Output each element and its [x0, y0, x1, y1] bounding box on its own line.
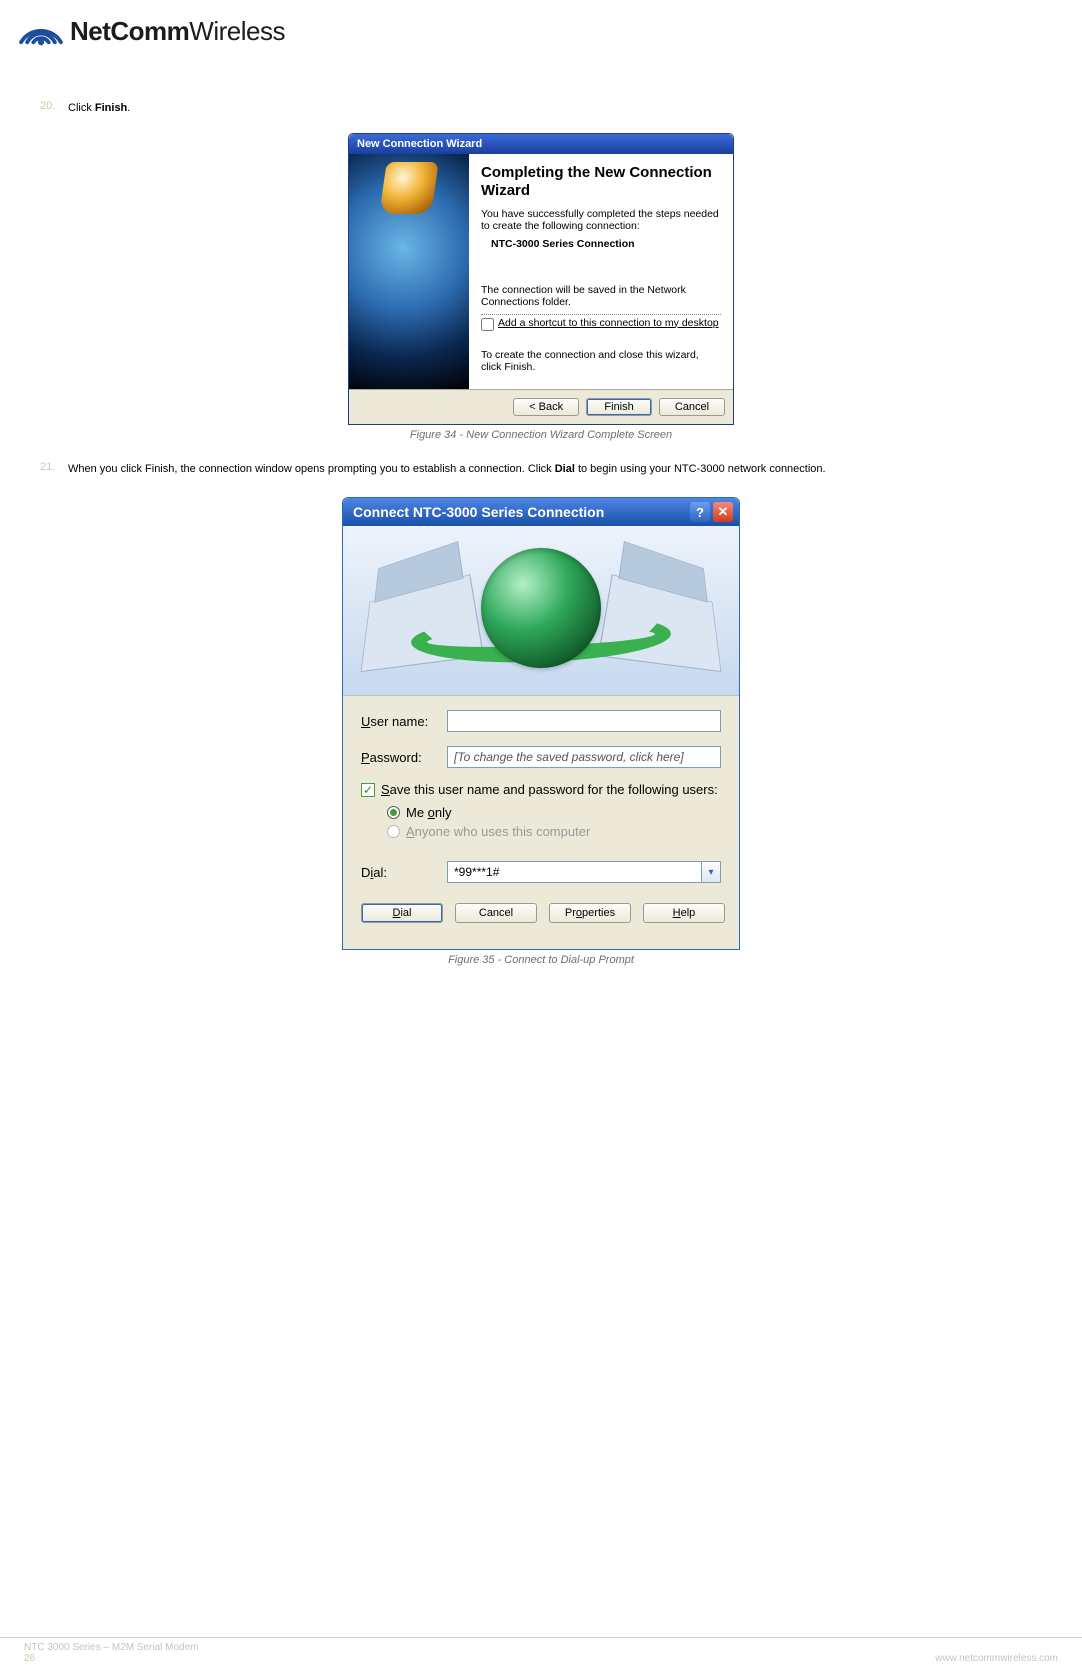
radio-anyone-row: Anyone who uses this computer — [387, 824, 721, 839]
connect-title-text: Connect NTC-3000 Series Connection — [353, 504, 604, 520]
figure-34: New Connection Wizard Completing the New… — [40, 133, 1042, 441]
wizard-shortcut-checkbox-row: Add a shortcut to this connection to my … — [481, 314, 721, 331]
chevron-down-icon[interactable]: ▾ — [701, 861, 721, 883]
connect-hero-image — [343, 526, 739, 696]
wizard-window: New Connection Wizard Completing the New… — [348, 133, 734, 425]
figure-35: Connect NTC-3000 Series Connection ? ✕ U… — [40, 497, 1042, 966]
dial-label: Dial: — [361, 865, 447, 880]
dial-combobox: ▾ — [447, 861, 721, 883]
step-number: 21. — [40, 461, 68, 478]
page-header: NetCommWireless — [0, 0, 1082, 70]
footer-product: NTC 3000 Series – M2M Serial Modem — [24, 1642, 199, 1653]
footer-url: www.netcommwireless.com — [935, 1653, 1058, 1664]
wizard-text-3: To create the connection and close this … — [481, 349, 721, 373]
globe-icon — [481, 548, 601, 668]
wizard-shortcut-checkbox[interactable] — [481, 318, 494, 331]
password-row: Password: — [361, 746, 721, 768]
radio-me-only-row: Me only — [387, 805, 721, 820]
page-footer: NTC 3000 Series – M2M Serial Modem 26 ww… — [0, 1637, 1082, 1664]
wizard-text-2: The connection will be saved in the Netw… — [481, 284, 721, 308]
brand-text: NetCommWireless — [70, 16, 285, 47]
wizard-titlebar: New Connection Wizard — [349, 134, 733, 154]
connect-button-row: Dial Cancel Properties Help — [361, 901, 721, 935]
dial-button[interactable]: Dial — [361, 903, 443, 923]
username-input[interactable] — [447, 710, 721, 732]
page-content: 20. Click Finish. New Connection Wizard … — [0, 70, 1082, 966]
properties-button[interactable]: Properties — [549, 903, 631, 923]
back-button[interactable]: < Back — [513, 398, 579, 416]
radio-me-only-label: Me only — [406, 805, 452, 820]
cancel-button[interactable]: Cancel — [455, 903, 537, 923]
step-text: When you click Finish, the connection wi… — [68, 461, 1042, 478]
step-text: Click Finish. — [68, 100, 1042, 117]
wizard-heading: Completing the New Connection Wizard — [481, 164, 721, 200]
save-credentials-row: ✓ Save this user name and password for t… — [361, 782, 721, 797]
radio-anyone[interactable] — [387, 825, 400, 838]
close-icon[interactable]: ✕ — [713, 502, 733, 522]
finish-button[interactable]: Finish — [586, 398, 652, 416]
wizard-text-1: You have successfully completed the step… — [481, 208, 721, 232]
step-20: 20. Click Finish. — [40, 100, 1042, 117]
password-label: Password: — [361, 750, 447, 765]
username-row: User name: — [361, 710, 721, 732]
username-label: User name: — [361, 714, 447, 729]
figure-35-caption: Figure 35 - Connect to Dial-up Prompt — [40, 954, 1042, 966]
wifi-arc-icon — [18, 10, 64, 53]
step-21: 21. When you click Finish, the connectio… — [40, 461, 1042, 478]
wizard-footer: < Back Finish Cancel — [349, 389, 733, 424]
footer-page-number: 26 — [24, 1653, 199, 1664]
password-input[interactable] — [447, 746, 721, 768]
wizard-connection-name: NTC-3000 Series Connection — [491, 238, 721, 250]
radio-me-only[interactable] — [387, 806, 400, 819]
wizard-shortcut-label: Add a shortcut to this connection to my … — [498, 317, 719, 329]
connect-titlebar: Connect NTC-3000 Series Connection ? ✕ — [343, 498, 739, 526]
save-credentials-checkbox[interactable]: ✓ — [361, 783, 375, 797]
radio-anyone-label: Anyone who uses this computer — [406, 824, 590, 839]
figure-34-caption: Figure 34 - New Connection Wizard Comple… — [40, 429, 1042, 441]
cancel-button[interactable]: Cancel — [659, 398, 725, 416]
dial-input[interactable] — [447, 861, 701, 883]
save-credentials-label: Save this user name and password for the… — [381, 782, 718, 797]
help-icon[interactable]: ? — [690, 502, 710, 522]
connect-window: Connect NTC-3000 Series Connection ? ✕ U… — [342, 497, 740, 950]
help-button[interactable]: Help — [643, 903, 725, 923]
wizard-sidebar-image — [349, 154, 469, 389]
dial-row: Dial: ▾ — [361, 861, 721, 883]
brand-logo: NetCommWireless — [18, 10, 1064, 53]
step-number: 20. — [40, 100, 68, 117]
